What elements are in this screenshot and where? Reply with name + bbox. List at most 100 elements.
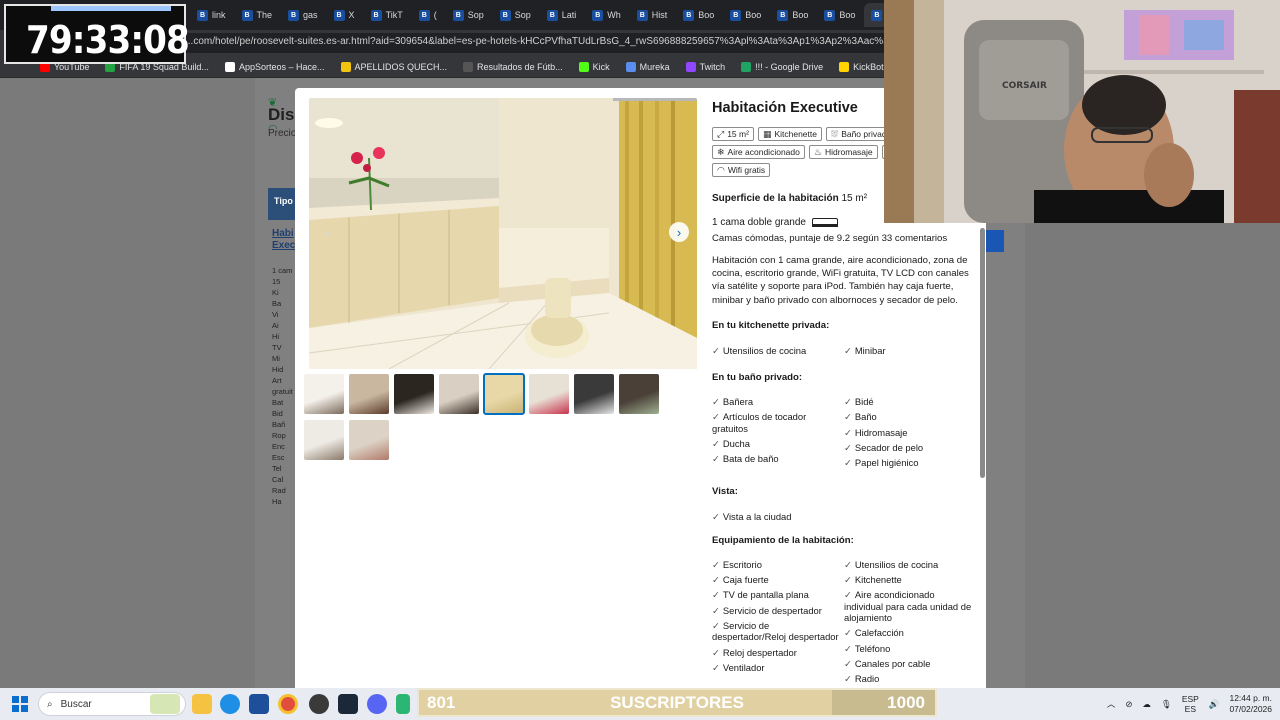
feature-item: ✓ TV de pantalla plana — [712, 589, 844, 600]
search-icon: ⌕ — [47, 698, 53, 710]
bookmark-item[interactable]: Resultados de Fútb... — [463, 61, 563, 72]
subscribers-label: SUSCRIPTORES — [610, 692, 744, 712]
background-feature-item: Ha — [272, 497, 282, 506]
photo-thumbnail[interactable] — [304, 374, 344, 414]
surface-label: Superficie de la habitación — [712, 193, 839, 204]
store-icon[interactable] — [249, 694, 269, 714]
snowflake-icon: ❄ — [717, 146, 725, 157]
feature-label: Utensilios de cocina — [854, 558, 939, 570]
feature-label: Hidromasaje — [854, 426, 908, 438]
browser-tab[interactable]: Blink — [190, 3, 233, 27]
network-icon[interactable]: ⊘ — [1125, 699, 1132, 710]
bookmark-favicon-icon — [463, 61, 474, 72]
background-feature-item: Mi — [272, 354, 280, 363]
kitchen-icon: ▦ — [762, 128, 772, 139]
browser-tab[interactable]: B Sop — [446, 3, 491, 27]
background-select-button[interactable] — [986, 230, 1004, 252]
checkmark-icon: ✓ — [712, 438, 720, 449]
bookmark-item[interactable]: Mureka — [625, 61, 670, 72]
room-description: Habitación con 1 cama grande, aire acond… — [712, 255, 969, 306]
bathroom-list-right: ✓ Bidé ✓ Baño ✓ Hidromasaje ✓ Secador de pelo ✓ P… — [844, 396, 972, 468]
facility-chip-label: Aire acondicionado — [727, 147, 800, 157]
checkmark-icon: ✓ — [844, 457, 852, 469]
browser-tab[interactable]: B TikT — [364, 3, 410, 27]
system-clock[interactable]: 12:44 p. m. 07/02/2026 — [1229, 693, 1272, 715]
microphone-icon[interactable]: 🎙 — [1161, 699, 1172, 710]
surface-value: 15 m² — [841, 193, 868, 204]
facility-chip: ❄ Aire acondicionado — [712, 145, 805, 159]
windows-start-icon[interactable] — [12, 696, 28, 712]
bookmark-item[interactable]: !!! - Google Drive — [741, 61, 823, 72]
next-photo-arrow[interactable]: › — [669, 222, 689, 242]
chevron-up-icon[interactable]: ︿ — [1107, 698, 1116, 710]
chrome-icon[interactable] — [278, 694, 298, 714]
browser-tab[interactable]: B The — [235, 3, 280, 27]
photo-thumbnail[interactable] — [349, 374, 389, 414]
edge-browser-icon[interactable] — [220, 694, 240, 714]
feature-label: Ducha — [722, 438, 750, 449]
browser-tab[interactable]: B Wh — [585, 3, 628, 27]
bookmark-item[interactable]: Kick — [578, 61, 610, 72]
discord-icon[interactable] — [367, 694, 387, 714]
checkmark-icon: ✓ — [712, 604, 720, 616]
webcam-image: CORSAIR — [884, 0, 1280, 223]
app-icon[interactable] — [309, 694, 329, 714]
photo-thumbnail[interactable] — [619, 374, 659, 414]
system-tray: ︿ ⊘ ☁ 🎙 ESP ES 🔊 12:44 p. m. 07/02/2026 — [1107, 691, 1272, 717]
browser-tab[interactable]: B Hist — [630, 3, 675, 27]
browser-tab[interactable]: B Boo — [770, 3, 815, 27]
browser-tab[interactable]: B Boo — [676, 3, 721, 27]
browser-tab[interactable]: B Lati — [540, 3, 584, 27]
browser-tab[interactable]: BX — [327, 3, 362, 27]
bookmark-item[interactable]: Twitch — [685, 61, 725, 72]
app-icon-2[interactable] — [396, 694, 410, 714]
speaker-icon[interactable]: 🔊 — [1209, 699, 1220, 710]
bed-label: 1 cama doble grande — [712, 217, 806, 228]
previous-photo-arrow[interactable]: ‹ — [317, 222, 337, 242]
checkmark-icon: ✓ — [712, 589, 720, 601]
browser-tab[interactable]: B( — [412, 3, 444, 27]
stream-timer: 79:33:08 — [4, 4, 190, 64]
tab-favicon-icon: B — [241, 9, 253, 21]
feature-item: ✓ Utensilios de cocina — [712, 345, 844, 356]
photo-thumbnail[interactable] — [483, 373, 525, 415]
background-room-link[interactable]: Habi Exec — [272, 228, 296, 252]
language-indicator[interactable]: ESP ES — [1182, 694, 1199, 714]
browser-tab[interactable]: B Boo — [723, 3, 768, 27]
tab-favicon-icon: B — [197, 9, 208, 21]
photo-thumbnail[interactable] — [529, 374, 569, 414]
photo-thumbnail[interactable] — [349, 420, 389, 460]
feature-item: ✓ Servicio de despertador/Reloj despertad… — [712, 620, 844, 643]
background-feature-list: 1 cam 15 Ki Ba Vi Ai Hi TV Mi Hid Art gratuit Bat Bi… — [272, 265, 294, 507]
browser-tab[interactable]: B Sop — [493, 3, 538, 27]
browser-tab[interactable]: B Boo — [817, 3, 862, 27]
photo-thumbnail[interactable] — [304, 420, 344, 460]
feature-item: ✓ Bidé — [844, 396, 972, 407]
facility-chip-label: Wifi gratis — [727, 165, 766, 175]
photo-thumbnail[interactable] — [394, 374, 434, 414]
bookmark-item[interactable]: AppSorteos – Hace... — [224, 61, 325, 72]
leaf-icon: ❦ — [268, 97, 278, 109]
checkmark-icon: ✓ — [712, 646, 720, 658]
photo-thumbnail[interactable] — [439, 374, 479, 414]
photo-thumbnail[interactable] — [574, 374, 614, 414]
browser-tab[interactable]: Bgas — [281, 3, 325, 27]
checkmark-icon: ✓ — [712, 558, 720, 570]
url-field[interactable]: ...com/hotel/pe/roosevelt-suites.es-ar.h… — [173, 33, 913, 53]
facility-chip-label: Kitchenette — [774, 129, 817, 139]
feature-label: Servicio de despertador/Reloj despertado… — [712, 620, 839, 643]
steam-icon[interactable] — [338, 694, 358, 714]
file-explorer-icon[interactable] — [192, 694, 212, 714]
feature-item: ✓ Caja fuerte — [712, 574, 844, 585]
background-feature-item: Art gratuit — [272, 376, 293, 396]
modal-scrollbar[interactable] — [980, 228, 985, 478]
tab-label: Boo — [745, 10, 762, 20]
bookmark-item[interactable]: APELLIDOS QUECH... — [340, 61, 447, 72]
feature-item: ✓ Escritorio — [712, 559, 844, 570]
feature-label: Canales por cable — [854, 657, 931, 669]
feature-label: Teléfono — [854, 642, 891, 654]
feature-item: ✓ Canales por cable — [844, 658, 972, 669]
weather-widget-icon[interactable] — [150, 694, 180, 714]
keyboard-code: ES — [1184, 704, 1197, 714]
cloud-icon[interactable]: ☁ — [1143, 699, 1152, 710]
